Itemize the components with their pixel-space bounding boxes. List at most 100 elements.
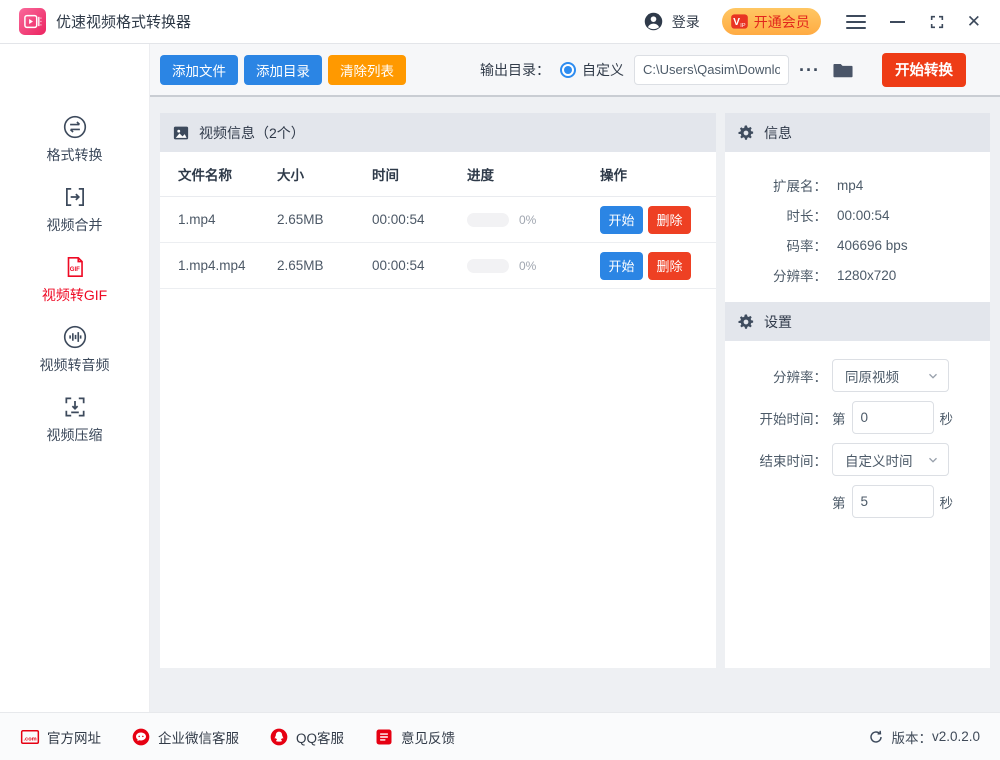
version-value: v2.0.2.0 (932, 729, 980, 744)
chevron-down-icon (926, 453, 940, 467)
login-button[interactable]: 登录 (643, 11, 700, 32)
end-time-mode-select[interactable]: 自定义时间 (832, 443, 949, 476)
settings-section-header: 设置 (725, 302, 990, 341)
sidebar-item-format-convert[interactable]: 格式转换 (0, 114, 149, 164)
resolution-label: 分辨率： (725, 366, 827, 386)
sidebar-item-video-to-audio[interactable]: 视频转音频 (0, 324, 149, 374)
field-label: 分辨率： (725, 265, 827, 285)
field-label: 扩展名： (725, 175, 827, 195)
actions-cell: 开始 删除 (600, 206, 716, 234)
progress-cell: 0% (467, 213, 600, 227)
end-time-input[interactable] (852, 485, 934, 518)
table-row[interactable]: 1.mp4.mp4 2.65MB 00:00:54 0% 开始 删除 (160, 243, 716, 289)
svg-text:V: V (733, 17, 740, 28)
progress-cell: 0% (467, 259, 600, 273)
col-time: 时间 (372, 164, 467, 184)
official-site-link[interactable]: .com 官方网址 (20, 727, 101, 747)
resolution-value: 同原视频 (845, 366, 926, 386)
open-folder-icon[interactable] (832, 59, 854, 81)
field-label: 码率： (725, 235, 827, 255)
wechat-service-link[interactable]: 企业微信客服 (131, 727, 239, 747)
browse-more-button[interactable]: ··· (799, 61, 820, 79)
start-unit: 秒 (940, 408, 954, 428)
workspace: 视频信息（2个） 文件名称 大小 时间 进度 操作 1.mp4 2.65MB 0… (150, 97, 1000, 710)
progress-bar (467, 259, 509, 273)
settings-section-title: 设置 (764, 312, 792, 332)
start-time-input[interactable] (852, 401, 934, 434)
col-actions: 操作 (600, 164, 716, 184)
col-filename: 文件名称 (178, 164, 277, 184)
feedback-link[interactable]: 意见反馈 (374, 727, 455, 747)
custom-output-radio[interactable] (560, 62, 576, 78)
resolution-select[interactable]: 同原视频 (832, 359, 949, 392)
field-value: 1280x720 (837, 268, 896, 283)
qq-service-link[interactable]: QQ客服 (269, 727, 344, 747)
start-convert-button[interactable]: 开始转换 (882, 53, 966, 87)
app-title: 优速视频格式转换器 (56, 11, 191, 32)
info-section-header: 信息 (725, 113, 990, 152)
close-icon[interactable]: ✕ (967, 13, 981, 30)
progress-percent: 0% (519, 213, 536, 227)
output-dir-label: 输出目录： (480, 60, 550, 80)
sidebar-item-label: 视频转音频 (40, 355, 110, 375)
end-time-mode-value: 自定义时间 (845, 450, 926, 470)
sidebar-item-video-to-gif[interactable]: GIF 视频转GIF (0, 254, 149, 304)
sidebar: 格式转换 视频合并 GIF 视频转GIF 视频转音频 (0, 44, 150, 712)
sidebar-item-video-compress[interactable]: 视频压缩 (0, 394, 149, 444)
file-time: 00:00:54 (372, 212, 467, 227)
svg-text:IP: IP (740, 23, 746, 29)
output-path-input[interactable] (634, 55, 789, 85)
vip-icon: V IP (730, 12, 749, 31)
feedback-icon (374, 727, 394, 747)
start-button[interactable]: 开始 (600, 206, 643, 234)
start-button[interactable]: 开始 (600, 252, 643, 280)
clear-list-button[interactable]: 清除列表 (328, 55, 406, 85)
file-size: 2.65MB (277, 212, 372, 227)
video-compress-icon (62, 394, 88, 420)
end-prefix: 第 (832, 492, 846, 512)
sidebar-item-video-merge[interactable]: 视频合并 (0, 184, 149, 234)
sidebar-item-label: 格式转换 (47, 145, 103, 165)
footer-link-label: 意见反馈 (401, 727, 455, 747)
table-row[interactable]: 1.mp4 2.65MB 00:00:54 0% 开始 删除 (160, 197, 716, 243)
titlebar-actions: 登录 V IP 开通会员 ✕ (643, 8, 981, 35)
video-to-gif-icon: GIF (62, 254, 88, 280)
version-info: 版本： v2.0.2.0 (868, 727, 980, 747)
footer-link-label: 官方网址 (47, 727, 101, 747)
delete-button[interactable]: 删除 (648, 252, 691, 280)
sidebar-item-label: 视频转GIF (42, 285, 107, 305)
end-time-label: 结束时间： (725, 450, 827, 470)
field-value: 406696 bps (837, 238, 908, 253)
start-prefix: 第 (832, 408, 846, 428)
sidebar-item-label: 视频压缩 (47, 425, 103, 445)
main-content: 添加文件 添加目录 清除列表 输出目录： 自定义 ··· 开始转换 (150, 44, 1000, 712)
add-file-button[interactable]: 添加文件 (160, 55, 238, 85)
vip-label: 开通会员 (754, 12, 810, 32)
official-site-icon: .com (20, 727, 40, 747)
svg-text:.com: .com (24, 736, 37, 742)
progress-bar (467, 213, 509, 227)
end-unit: 秒 (940, 492, 954, 512)
col-size: 大小 (277, 164, 372, 184)
col-progress: 进度 (467, 164, 600, 184)
svg-text:GIF: GIF (69, 267, 79, 273)
delete-button[interactable]: 删除 (648, 206, 691, 234)
toolbar: 添加文件 添加目录 清除列表 输出目录： 自定义 ··· 开始转换 (150, 44, 1000, 97)
table-header: 文件名称 大小 时间 进度 操作 (160, 152, 716, 197)
file-name: 1.mp4 (178, 212, 277, 227)
info-section-title: 信息 (764, 123, 792, 143)
footer-link-label: QQ客服 (296, 727, 344, 747)
video-merge-icon (62, 184, 88, 210)
media-image-icon (172, 124, 190, 142)
app-logo-icon (19, 8, 46, 35)
add-directory-button[interactable]: 添加目录 (244, 55, 322, 85)
gear-icon (737, 124, 755, 142)
maximize-icon[interactable] (929, 14, 945, 30)
video-info-panel: 视频信息（2个） 文件名称 大小 时间 进度 操作 1.mp4 2.65MB 0… (160, 113, 716, 668)
video-info-title: 视频信息（2个） (199, 123, 305, 143)
minimize-icon[interactable] (890, 20, 906, 23)
field-value: mp4 (837, 178, 863, 193)
menu-icon[interactable] (846, 15, 866, 29)
actions-cell: 开始 删除 (600, 252, 716, 280)
vip-button[interactable]: V IP 开通会员 (722, 8, 821, 35)
